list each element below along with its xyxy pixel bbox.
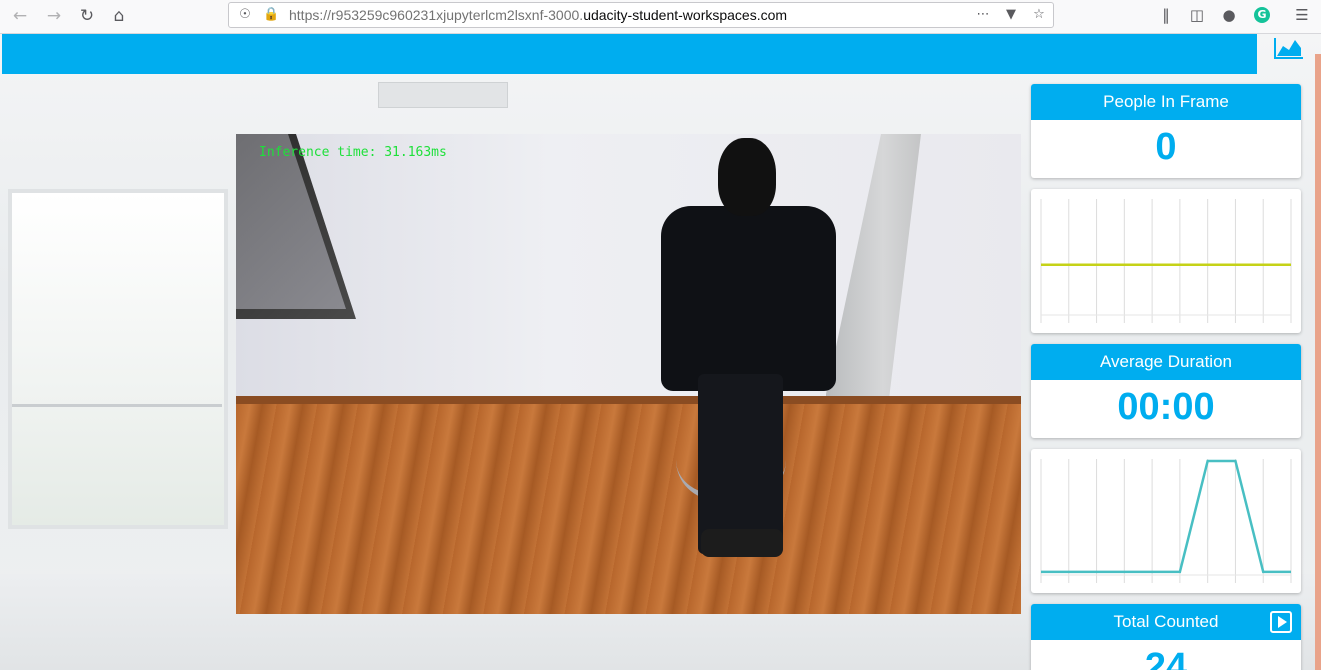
app-header-bar	[2, 34, 1257, 74]
play-icon[interactable]	[1270, 611, 1292, 633]
forward-icon[interactable]: →	[42, 4, 66, 28]
lock-icon[interactable]: 🔒	[263, 7, 279, 22]
reload-icon[interactable]: ↻	[75, 4, 99, 28]
background-window	[8, 189, 228, 529]
url-bar[interactable]: ☉ 🔒 https://r953259c960231xjupyterlcm2ls…	[228, 2, 1054, 28]
menu-icon[interactable]: ☰	[1291, 4, 1313, 26]
video-person-feet	[701, 529, 783, 557]
app-area: Inference time: 31.163ms People In Frame…	[0, 34, 1321, 670]
grammarly-icon[interactable]: G	[1254, 7, 1270, 23]
total-counted-header: Total Counted	[1031, 604, 1301, 640]
people-in-frame-title: People In Frame	[1031, 84, 1301, 120]
people-chart	[1040, 199, 1292, 323]
people-in-frame-value: 0	[1155, 126, 1177, 168]
video-floor	[236, 404, 1021, 614]
total-counted-value: 24	[1144, 646, 1188, 670]
video-feed: Inference time: 31.163ms	[236, 134, 1021, 614]
library-icon[interactable]: ‖	[1155, 4, 1177, 26]
average-duration-card: Average Duration 00:00	[1031, 344, 1301, 438]
more-icon[interactable]: ⋯	[975, 7, 991, 22]
average-duration-title: Average Duration	[1031, 344, 1301, 380]
video-person-body	[661, 206, 836, 391]
account-icon[interactable]: ●	[1218, 4, 1240, 26]
chart-icon[interactable]	[1271, 34, 1307, 64]
background-vent	[378, 82, 508, 108]
browser-toolbar: ← → ↻ ⌂ ☉ 🔒 https://r953259c960231xjupyt…	[0, 0, 1321, 34]
duration-chart-card	[1031, 449, 1301, 593]
duration-chart	[1040, 459, 1292, 583]
pocket-icon[interactable]: ▼	[1003, 7, 1019, 22]
inference-time-label: Inference time: 31.163ms	[259, 145, 447, 160]
page-edge	[1315, 54, 1321, 670]
shield-icon[interactable]: ☉	[237, 7, 253, 22]
url-text: https://r953259c960231xjupyterlcm2lsxnf-…	[289, 7, 788, 23]
video-person-legs	[698, 374, 783, 554]
average-duration-value: 00:00	[1117, 386, 1215, 428]
bookmark-star-icon[interactable]: ☆	[1031, 7, 1047, 22]
total-counted-card: Total Counted 24	[1031, 604, 1301, 670]
back-icon[interactable]: ←	[8, 4, 32, 28]
series-line	[1041, 459, 1291, 574]
video-person-head	[718, 138, 776, 216]
background-rail	[12, 404, 222, 407]
home-icon[interactable]: ⌂	[107, 4, 131, 28]
total-counted-title: Total Counted	[1113, 612, 1219, 631]
people-in-frame-card: People In Frame 0	[1031, 84, 1301, 178]
people-chart-card	[1031, 189, 1301, 333]
sidebar-icon[interactable]: ◫	[1186, 4, 1208, 26]
